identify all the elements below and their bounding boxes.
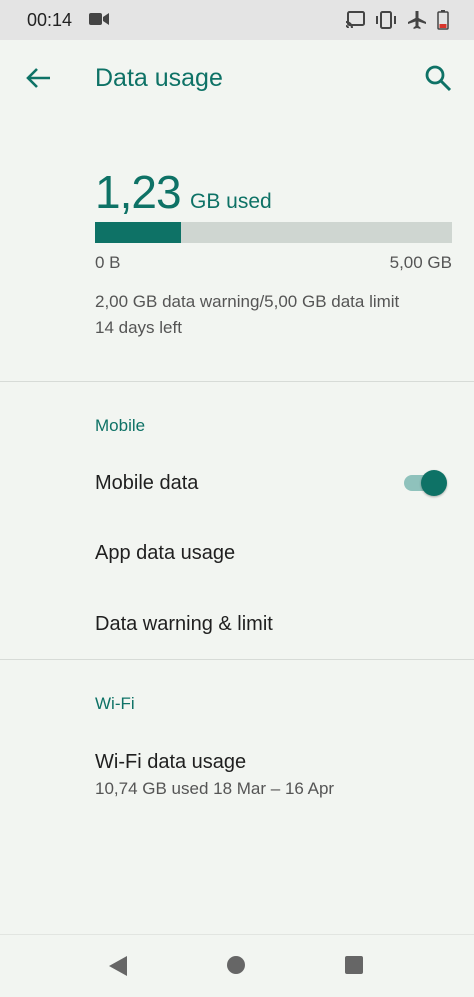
video-camera-icon — [89, 12, 109, 31]
nav-recents-icon[interactable] — [345, 956, 363, 974]
battery-low-icon — [437, 10, 449, 35]
search-icon[interactable] — [422, 62, 454, 94]
section-title-wifi: Wi-Fi — [95, 694, 135, 713]
data-warning-limit-item[interactable]: Data warning & limit — [95, 613, 273, 636]
usage-progress-fill — [95, 222, 181, 243]
navigation-bar — [0, 934, 474, 997]
usage-progress-bar — [95, 222, 452, 243]
wifi-data-usage-summary: 10,74 GB used 18 Mar – 16 Apr — [95, 779, 335, 798]
status-icons — [345, 10, 449, 35]
status-time: 00:14 — [27, 10, 73, 30]
usage-bar-min-label: 0 B — [95, 253, 121, 272]
mobile-data-label[interactable]: Mobile data — [95, 472, 198, 495]
section-title-mobile: Mobile — [95, 416, 146, 435]
airplane-icon — [407, 10, 427, 35]
page-title: Data usage — [95, 64, 223, 92]
divider — [0, 659, 474, 660]
status-bar: 00:14 — [0, 0, 474, 40]
usage-bar-max-label: 5,00 GB — [389, 253, 452, 272]
usage-unit-label: GB used — [190, 190, 272, 213]
app-data-usage-item[interactable]: App data usage — [95, 542, 235, 565]
nav-back-icon[interactable] — [108, 955, 128, 982]
app-bar: Data usage — [0, 40, 474, 118]
nav-home-icon[interactable] — [227, 956, 245, 974]
toggle-thumb — [421, 470, 447, 496]
data-warning-text: 2,00 GB data warning/5,00 GB data limit — [95, 292, 400, 311]
days-left-text: 14 days left — [95, 318, 182, 337]
cast-icon — [345, 11, 365, 34]
mobile-data-toggle[interactable] — [404, 470, 448, 496]
vibrate-icon — [375, 11, 397, 34]
arrow-back-icon[interactable] — [22, 62, 54, 94]
wifi-data-usage-item[interactable]: Wi-Fi data usage — [95, 751, 246, 774]
usage-amount: 1,23 — [95, 166, 182, 218]
divider — [0, 381, 474, 382]
